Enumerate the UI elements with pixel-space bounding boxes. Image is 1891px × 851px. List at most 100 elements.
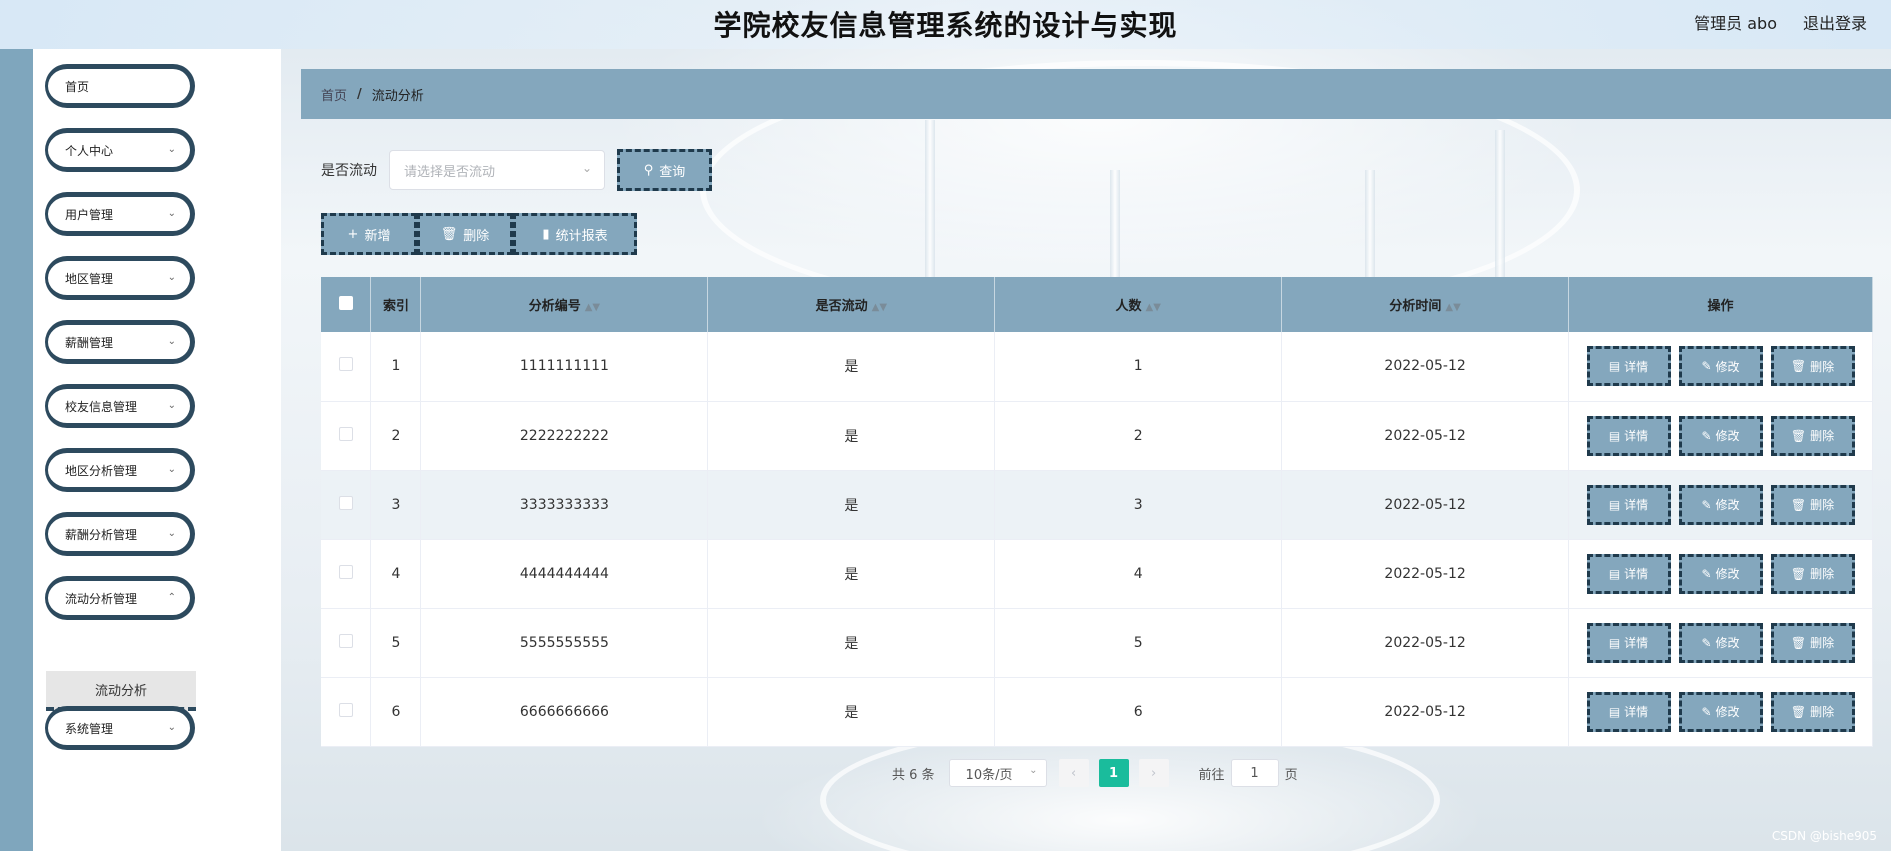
detail-button[interactable]: ▤ 详情 [1586, 691, 1671, 732]
page-number-button[interactable]: 1 [1098, 759, 1129, 787]
batch-delete-button[interactable]: 🗑 删除 [417, 213, 513, 255]
detail-button[interactable]: ▤ 详情 [1586, 553, 1671, 594]
sidebar-item-salary-analysis[interactable]: 薪酬分析管理 ⌄ [45, 512, 195, 556]
sidebar-item-home[interactable]: 首页 [45, 64, 195, 108]
sidebar-item-label: 流动分析管理 [65, 591, 138, 606]
cell-index: 1 [370, 332, 422, 402]
detail-button[interactable]: ▤ 详情 [1586, 484, 1671, 525]
cell-time: 2022-05-12 [1281, 332, 1570, 402]
sort-icon[interactable]: ▲▼ [1445, 302, 1460, 313]
flow-analysis-table: 索引 分析编号 ▲▼ 是否流动 ▲▼ 人数 ▲▼ 分析时间 ▲▼ 操作 1 111111… [321, 277, 1873, 747]
cell-index: 5 [370, 608, 422, 678]
delete-label: 删除 [1810, 636, 1835, 650]
row-checkbox[interactable] [338, 357, 353, 372]
column-header-flow[interactable]: 是否流动 ▲▼ [707, 277, 996, 332]
cell-index: 6 [370, 677, 422, 747]
edit-button[interactable]: ✎ 修改 [1678, 415, 1763, 456]
sidebar-item-flow-analysis-management[interactable]: 流动分析管理 ⌃ [45, 576, 195, 620]
pencil-icon: ✎ [1701, 497, 1712, 512]
sidebar-item-salary-management[interactable]: 薪酬管理 ⌄ [45, 320, 195, 364]
sidebar-item-user-management[interactable]: 用户管理 ⌄ [45, 192, 195, 236]
column-header-time[interactable]: 分析时间 ▲▼ [1281, 277, 1570, 332]
cell-actions: ▤ 详情 ✎ 修改 🗑 删除 [1568, 677, 1873, 747]
sidebar-item-region-analysis[interactable]: 地区分析管理 ⌄ [45, 448, 195, 492]
edit-button[interactable]: ✎ 修改 [1678, 691, 1763, 732]
pagination: 共 6 条 10条/页 ⌄ ‹ 1 › 前往 1 页 [892, 759, 1298, 787]
row-checkbox[interactable] [338, 495, 353, 510]
delete-label: 删除 [1810, 429, 1835, 443]
chevron-down-icon: ⌄ [167, 464, 176, 475]
breadcrumb-home[interactable]: 首页 [321, 85, 347, 104]
select-all-cell [321, 277, 372, 332]
chevron-right-icon: › [1150, 765, 1157, 781]
sidebar-item-personal-center[interactable]: 个人中心 ⌄ [45, 128, 195, 172]
sidebar: 首页 个人中心 ⌄ 用户管理 ⌄ 地区管理 ⌄ 薪酬管理 ⌄ 校友信息管理 ⌄ … [33, 49, 281, 851]
detail-label: 详情 [1624, 636, 1649, 650]
logout-link[interactable]: 退出登录 [1803, 10, 1867, 34]
table-row: 2 2222222222 是 2 2022-05-12 ▤ 详情 ✎ 修改 🗑 删除 [321, 401, 1873, 471]
cell-flow: 是 [707, 332, 996, 402]
cell-code: 5555555555 [420, 608, 709, 678]
edit-button[interactable]: ✎ 修改 [1678, 553, 1763, 594]
sidebar-item-label: 地区分析管理 [65, 463, 138, 478]
delete-button[interactable]: 🗑 删除 [1770, 415, 1855, 456]
breadcrumb: 首页 / 流动分析 [301, 69, 1891, 119]
row-checkbox[interactable] [338, 426, 353, 441]
bar-chart-icon: ▮ [542, 226, 550, 242]
sidebar-item-label: 薪酬管理 [65, 335, 114, 350]
goto-page-input[interactable]: 1 [1230, 759, 1279, 787]
edit-button[interactable]: ✎ 修改 [1678, 622, 1763, 663]
next-page-button[interactable]: › [1138, 759, 1169, 787]
flow-filter-placeholder: 请选择是否流动 [404, 164, 496, 180]
batch-delete-label: 删除 [463, 228, 490, 244]
sidebar-item-region-management[interactable]: 地区管理 ⌄ [45, 256, 195, 300]
sort-icon[interactable]: ▲▼ [585, 302, 600, 313]
top-header: 学院校友信息管理系统的设计与实现 管理员 abo 退出登录 [0, 0, 1891, 49]
flow-filter-select[interactable]: 请选择是否流动 ⌄ [389, 150, 605, 190]
column-header-index: 索引 [370, 277, 422, 332]
edit-button[interactable]: ✎ 修改 [1678, 346, 1763, 387]
column-header-code[interactable]: 分析编号 ▲▼ [420, 277, 709, 332]
query-button[interactable]: ⚲ 查询 [617, 149, 712, 191]
delete-button[interactable]: 🗑 删除 [1770, 484, 1855, 525]
detail-button[interactable]: ▤ 详情 [1586, 415, 1671, 456]
cell-flow: 是 [707, 470, 996, 540]
add-button[interactable]: + 新增 [321, 213, 417, 255]
column-header-count[interactable]: 人数 ▲▼ [994, 277, 1283, 332]
cell-flow: 是 [707, 401, 996, 471]
table-row: 4 4444444444 是 4 2022-05-12 ▤ 详情 ✎ 修改 🗑 删除 [321, 539, 1873, 609]
row-select-cell [321, 332, 372, 402]
report-button-label: 统计报表 [555, 228, 608, 244]
delete-button[interactable]: 🗑 删除 [1770, 553, 1855, 594]
row-checkbox[interactable] [338, 702, 353, 717]
detail-button[interactable]: ▤ 详情 [1586, 346, 1671, 387]
table-row: 1 1111111111 是 1 2022-05-12 ▤ 详情 ✎ 修改 🗑 删除 [321, 332, 1873, 402]
report-button[interactable]: ▮ 统计报表 [513, 213, 637, 255]
row-select-cell [321, 608, 372, 678]
sidebar-subitem-flow-analysis[interactable]: 流动分析 [46, 671, 196, 711]
document-icon: ▤ [1608, 566, 1621, 581]
select-all-checkbox[interactable] [338, 295, 353, 310]
row-checkbox[interactable] [338, 633, 353, 648]
cell-count: 5 [994, 608, 1283, 678]
delete-button[interactable]: 🗑 删除 [1770, 691, 1855, 732]
page-size-select[interactable]: 10条/页 ⌄ [948, 759, 1047, 787]
delete-button[interactable]: 🗑 删除 [1770, 622, 1855, 663]
query-button-label: 查询 [659, 164, 686, 180]
column-header-label: 分析编号 [528, 299, 581, 314]
edit-button[interactable]: ✎ 修改 [1678, 484, 1763, 525]
edit-label: 修改 [1715, 498, 1740, 512]
sort-icon[interactable]: ▲▼ [872, 302, 887, 313]
chevron-down-icon: ⌄ [167, 528, 176, 539]
cell-time: 2022-05-12 [1281, 539, 1570, 609]
sidebar-item-system-management[interactable]: 系统管理 ⌄ [45, 706, 195, 750]
sort-icon[interactable]: ▲▼ [1146, 302, 1161, 313]
sidebar-item-alumni-info[interactable]: 校友信息管理 ⌄ [45, 384, 195, 428]
breadcrumb-current: 流动分析 [371, 88, 424, 104]
detail-button[interactable]: ▤ 详情 [1586, 622, 1671, 663]
delete-button[interactable]: 🗑 删除 [1770, 346, 1855, 387]
chevron-down-icon: ⌄ [167, 336, 176, 347]
row-checkbox[interactable] [338, 564, 353, 579]
edit-label: 修改 [1715, 359, 1740, 374]
prev-page-button[interactable]: ‹ [1058, 759, 1089, 787]
